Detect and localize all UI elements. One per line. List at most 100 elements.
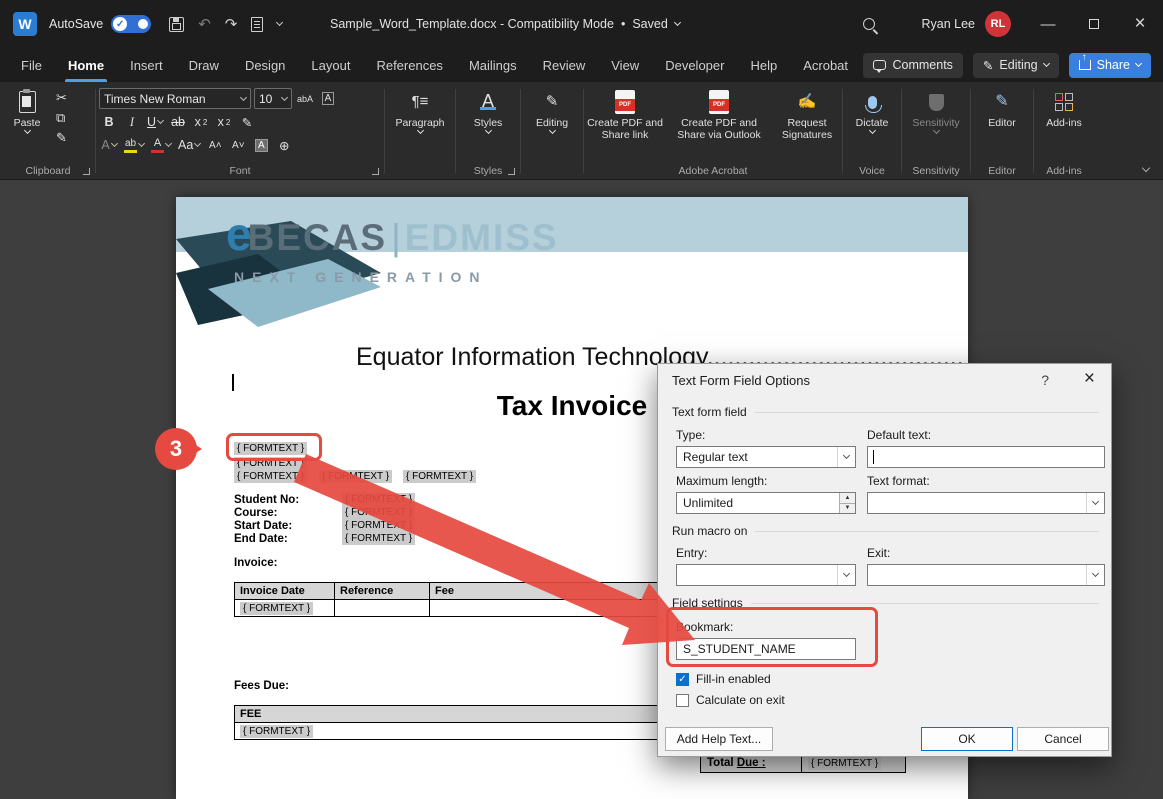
tab-developer[interactable]: Developer — [652, 48, 737, 82]
tab-review[interactable]: Review — [530, 48, 599, 82]
tab-acrobat[interactable]: Acrobat — [790, 48, 861, 82]
fill-in-enabled-checkbox[interactable]: ✓ Fill-in enabled — [676, 672, 771, 686]
calculate-on-exit-checkbox[interactable]: Calculate on exit — [676, 693, 785, 707]
grow-font-button[interactable]: A˄ — [205, 135, 225, 155]
add-help-text-button[interactable]: Add Help Text... — [665, 727, 773, 751]
character-shading-button[interactable]: A — [251, 135, 271, 155]
tab-mailings[interactable]: Mailings — [456, 48, 530, 82]
exit-dropdown[interactable] — [867, 564, 1105, 586]
dialog-help-button[interactable]: ? — [1041, 372, 1049, 388]
editor-button[interactable]: ✎ Editor — [974, 85, 1030, 162]
font-dialog-launcher-icon[interactable] — [372, 168, 379, 175]
phonetic-guide-button[interactable]: abA — [295, 89, 315, 109]
sensitivity-button[interactable]: Sensitivity — [905, 85, 967, 162]
font-color-button[interactable]: A — [149, 135, 173, 155]
create-pdf-outlook-button[interactable]: Create PDF and Share via Outlook — [667, 85, 771, 162]
request-signatures-button[interactable]: ✍ Request Signatures — [775, 85, 839, 162]
user-name[interactable]: Ryan Lee — [921, 17, 975, 31]
form-field[interactable]: { FORMTEXT } — [240, 725, 313, 738]
collapse-ribbon-icon[interactable] — [1142, 164, 1150, 172]
maximize-button[interactable] — [1071, 0, 1117, 48]
tab-insert[interactable]: Insert — [117, 48, 176, 82]
chevron-down-icon[interactable] — [1086, 565, 1104, 585]
superscript-button[interactable]: x2 — [214, 112, 234, 132]
document-icon[interactable] — [251, 17, 263, 32]
ok-button[interactable]: OK — [921, 727, 1013, 751]
tab-layout[interactable]: Layout — [298, 48, 363, 82]
tab-help[interactable]: Help — [737, 48, 790, 82]
tab-file[interactable]: File — [8, 48, 55, 82]
share-button[interactable]: Share — [1069, 53, 1151, 78]
copy-icon[interactable]: ⧉ — [56, 111, 67, 125]
autosave-toggle[interactable]: ✓ — [111, 15, 151, 33]
paste-button[interactable]: Paste — [4, 85, 50, 162]
form-field[interactable]: { FORMTEXT } — [240, 602, 313, 615]
user-avatar[interactable]: RL — [985, 11, 1011, 37]
form-field[interactable]: { FORMTEXT } — [342, 519, 415, 532]
form-field[interactable]: { FORMTEXT } — [234, 442, 307, 455]
editing-mode-button[interactable]: ✎ Editing — [973, 53, 1059, 78]
character-border-button[interactable]: A — [318, 89, 338, 109]
bookmark-input[interactable] — [676, 638, 856, 660]
chevron-down-icon[interactable] — [837, 447, 855, 467]
chevron-down-icon[interactable] — [837, 565, 855, 585]
highlight-color-button[interactable]: ab — [122, 135, 146, 155]
text-format-dropdown[interactable] — [867, 492, 1105, 514]
form-field[interactable]: { FORMTEXT } — [319, 470, 392, 483]
tab-home[interactable]: Home — [55, 48, 117, 82]
form-field[interactable]: { FORMTEXT } — [342, 506, 415, 519]
form-field[interactable]: { FORMTEXT } — [234, 457, 307, 470]
font-name-combobox[interactable]: Times New Roman — [99, 88, 251, 109]
form-field[interactable]: { FORMTEXT } — [808, 757, 881, 770]
ink-annotation-button[interactable]: ✎ — [237, 112, 257, 132]
comments-button[interactable]: Comments — [863, 53, 962, 78]
close-button[interactable]: × — [1117, 0, 1163, 48]
type-dropdown[interactable]: Regular text — [676, 446, 856, 468]
cancel-button[interactable]: Cancel — [1017, 727, 1109, 751]
default-text-input[interactable] — [867, 446, 1105, 468]
entry-dropdown[interactable] — [676, 564, 856, 586]
styles-button[interactable]: A Styles — [459, 85, 517, 162]
save-icon[interactable] — [169, 17, 184, 32]
spin-up-icon[interactable]: ▲ — [840, 493, 855, 504]
tab-references[interactable]: References — [363, 48, 455, 82]
bold-button[interactable]: B — [99, 112, 119, 132]
redo-icon[interactable]: ↷ — [225, 15, 238, 33]
editing-button[interactable]: ✎ Editing — [524, 85, 580, 162]
dictate-button[interactable]: Dictate — [846, 85, 898, 162]
change-case-button[interactable]: Aa — [176, 135, 202, 155]
dialog-close-button[interactable]: × — [1084, 368, 1095, 390]
spin-down-icon[interactable]: ▼ — [840, 504, 855, 514]
clipboard-dialog-launcher-icon[interactable] — [83, 168, 90, 175]
paragraph-button[interactable]: ¶≡ Paragraph — [388, 85, 452, 162]
tab-design[interactable]: Design — [232, 48, 298, 82]
tab-view[interactable]: View — [598, 48, 652, 82]
maximum-length-spinner[interactable]: Unlimited ▲▼ — [676, 492, 856, 514]
italic-button[interactable]: I — [122, 112, 142, 132]
form-field[interactable]: { FORMTEXT } — [234, 470, 307, 483]
qat-chevron-icon[interactable] — [276, 19, 283, 26]
section-run-macro-on: Run macro on — [672, 524, 1099, 538]
document-title-area[interactable]: Sample_Word_Template.docx - Compatibilit… — [330, 0, 680, 48]
addins-button[interactable]: Add-ins — [1037, 85, 1091, 162]
form-field[interactable]: { FORMTEXT } — [342, 532, 415, 545]
text-effects-button[interactable]: A — [99, 135, 119, 155]
search-icon[interactable] — [863, 18, 875, 30]
form-field[interactable]: { FORMTEXT } — [403, 470, 476, 483]
underline-button[interactable]: U — [145, 112, 165, 132]
word-app-icon[interactable]: W — [13, 12, 37, 36]
minimize-button[interactable]: — — [1025, 0, 1071, 48]
chevron-down-icon[interactable] — [1086, 493, 1104, 513]
styles-dialog-launcher-icon[interactable] — [508, 168, 515, 175]
cut-icon[interactable]: ✂ — [56, 91, 67, 105]
create-pdf-share-link-button[interactable]: Create PDF and Share link — [587, 85, 663, 162]
undo-icon[interactable]: ↶ — [198, 15, 211, 33]
enclose-characters-button[interactable]: ⊕ — [274, 135, 294, 155]
tab-draw[interactable]: Draw — [176, 48, 232, 82]
font-size-combobox[interactable]: 10 — [254, 88, 292, 109]
form-field[interactable]: { FORMTEXT } — [342, 493, 415, 506]
format-painter-icon[interactable]: ✎ — [56, 131, 67, 145]
shrink-font-button[interactable]: A˅ — [228, 135, 248, 155]
strikethrough-button[interactable]: ab — [168, 112, 188, 132]
subscript-button[interactable]: x2 — [191, 112, 211, 132]
